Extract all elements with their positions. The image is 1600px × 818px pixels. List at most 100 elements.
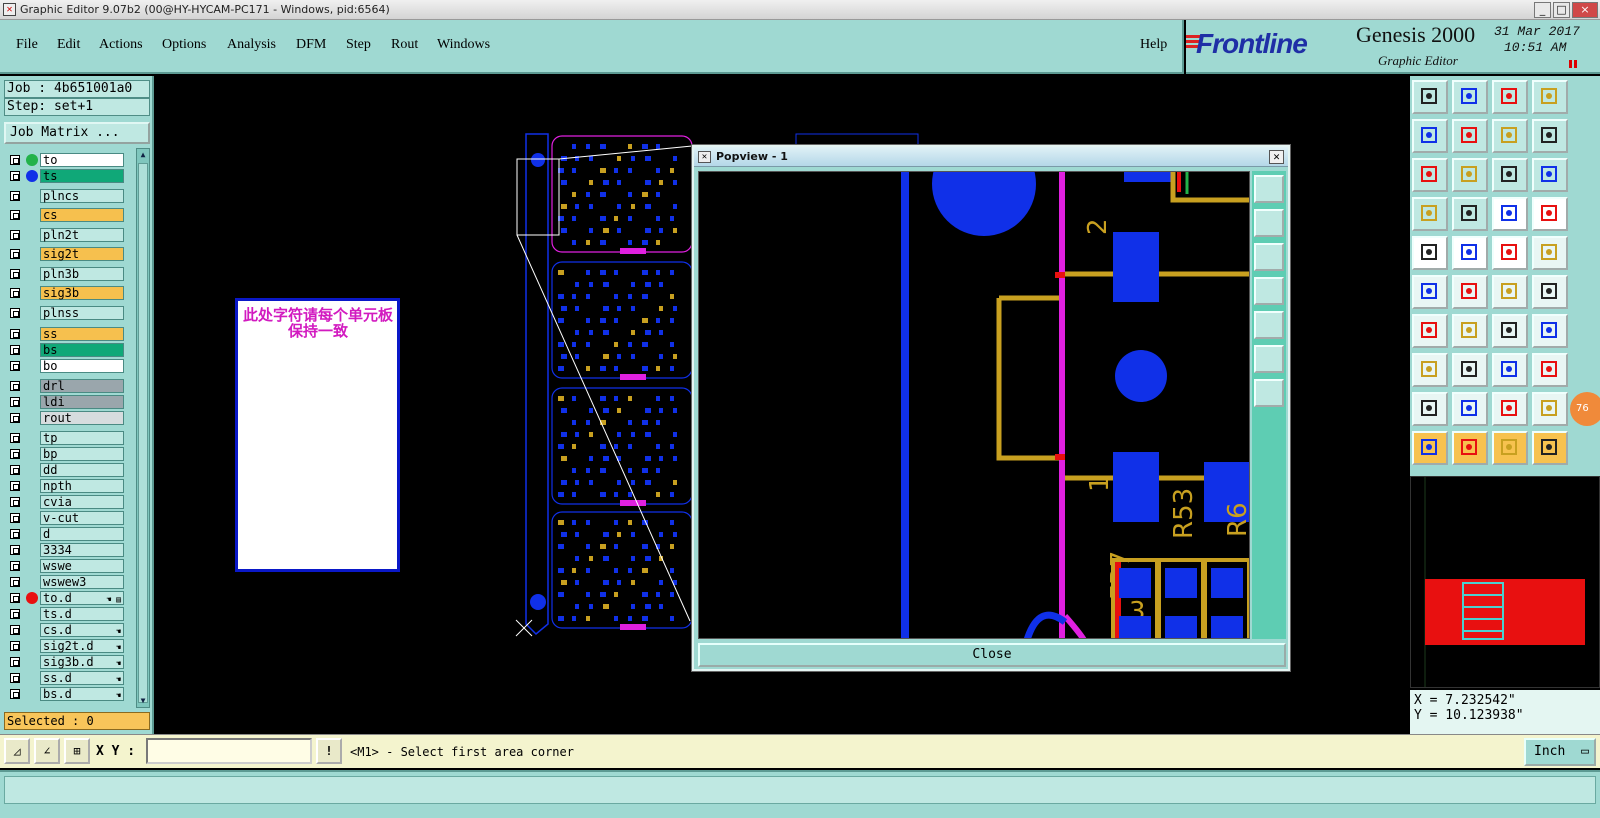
layer-checkbox[interactable] bbox=[10, 577, 20, 587]
layer-checkbox[interactable] bbox=[10, 433, 20, 443]
scale-1-2-icon[interactable] bbox=[1492, 158, 1528, 192]
menu-analysis[interactable]: Analysis bbox=[227, 37, 276, 53]
layer-checkbox[interactable] bbox=[10, 155, 20, 165]
layer-name[interactable]: d bbox=[40, 527, 124, 541]
layer-status-dot-icon[interactable] bbox=[26, 154, 38, 166]
feature-info-icon[interactable] bbox=[1412, 353, 1448, 387]
popview-close-button[interactable]: Close bbox=[698, 643, 1286, 667]
add-line-icon[interactable] bbox=[1452, 236, 1488, 270]
layer-checkbox[interactable] bbox=[10, 561, 20, 571]
pan-left-icon[interactable] bbox=[1412, 119, 1448, 153]
layer-row-v-cut[interactable]: v-cut bbox=[6, 511, 124, 525]
layer-status-dot-icon[interactable] bbox=[26, 170, 38, 182]
popview-close-icon[interactable]: ✕ bbox=[1269, 150, 1284, 164]
measure-icon[interactable] bbox=[1412, 197, 1448, 231]
layer-checkbox[interactable] bbox=[10, 413, 20, 423]
layer-list-scrollbar[interactable]: ▲ ▼ bbox=[136, 148, 150, 708]
connect-icon[interactable] bbox=[1412, 275, 1448, 309]
layer-row-ts.d[interactable]: ts.d bbox=[6, 607, 124, 621]
xy-input[interactable] bbox=[146, 738, 312, 764]
pv-pan-left-icon[interactable] bbox=[1254, 277, 1284, 305]
layer-row-sig3b.d[interactable]: sig3b.d ☚ bbox=[6, 655, 124, 669]
pan-down-icon[interactable] bbox=[1452, 80, 1488, 114]
units-selector[interactable]: Inch ▭ bbox=[1524, 738, 1596, 766]
layer-row-bo[interactable]: bo bbox=[6, 359, 124, 373]
layer-name[interactable]: dd bbox=[40, 463, 124, 477]
layer-row-3334[interactable]: 3334 bbox=[6, 543, 124, 557]
layer-checkbox[interactable] bbox=[10, 625, 20, 635]
layer-checkbox[interactable] bbox=[10, 609, 20, 619]
split-window-icon[interactable] bbox=[1532, 80, 1568, 114]
layer-name[interactable]: pln3b bbox=[40, 267, 124, 281]
layer-name[interactable]: wswew3 bbox=[40, 575, 124, 589]
popview-titlebar[interactable]: ✕ Popview - 1 ✕ bbox=[694, 147, 1288, 167]
layer-row-wswe[interactable]: wswe bbox=[6, 559, 124, 573]
layer-name[interactable]: plncs bbox=[40, 189, 124, 203]
select-polygon-icon[interactable] bbox=[1492, 431, 1528, 465]
menu-edit[interactable]: Edit bbox=[57, 37, 80, 53]
layer-name[interactable]: ss bbox=[40, 327, 124, 341]
layer-row-pln3b[interactable]: pln3b bbox=[6, 267, 124, 281]
layer-name[interactable]: ts bbox=[40, 169, 124, 183]
layer-row-plnss[interactable]: plnss bbox=[6, 306, 124, 320]
pv-zoom-in-icon[interactable] bbox=[1254, 175, 1284, 203]
mirror-icon[interactable] bbox=[1532, 314, 1568, 348]
snap-icon[interactable]: ◿ bbox=[4, 738, 30, 764]
help-icon[interactable] bbox=[1532, 158, 1568, 192]
home-icon[interactable] bbox=[1492, 80, 1528, 114]
measure-icon[interactable]: ∠ bbox=[34, 738, 60, 764]
layer-checkbox[interactable] bbox=[10, 593, 20, 603]
menu-step[interactable]: Step bbox=[346, 37, 371, 53]
layer-row-to.d[interactable]: to.d ☚ ▤ bbox=[6, 591, 124, 605]
layer-checkbox[interactable] bbox=[10, 657, 20, 667]
layer-checkbox[interactable] bbox=[10, 465, 20, 475]
layer-row-d[interactable]: d bbox=[6, 527, 124, 541]
layer-name[interactable]: drl bbox=[40, 379, 124, 393]
layer-row-drl[interactable]: drl bbox=[6, 379, 124, 393]
popview-canvas[interactable]: 2 1 R53 R6 FB7 3 bbox=[698, 171, 1250, 639]
layer-checkbox[interactable] bbox=[10, 288, 20, 298]
layer-name[interactable]: v-cut bbox=[40, 511, 124, 525]
text-a-up-icon[interactable] bbox=[1452, 392, 1488, 426]
separator-icon[interactable] bbox=[1452, 353, 1488, 387]
scroll-up-icon[interactable]: ▲ bbox=[138, 150, 148, 160]
draw-line-icon[interactable] bbox=[1412, 314, 1448, 348]
overview-map[interactable] bbox=[1410, 476, 1600, 688]
close-button[interactable]: × bbox=[1572, 2, 1598, 18]
layer-name[interactable]: sig2t bbox=[40, 247, 124, 261]
layer-row-cs[interactable]: cs bbox=[6, 208, 124, 222]
layer-name[interactable]: tp bbox=[40, 431, 124, 445]
warning-button[interactable]: ! bbox=[316, 738, 342, 764]
layer-checkbox[interactable] bbox=[10, 381, 20, 391]
menu-actions[interactable]: Actions bbox=[99, 37, 143, 53]
minimize-button[interactable]: _ bbox=[1534, 2, 1551, 18]
layer-name[interactable]: cs.d ☚ bbox=[40, 623, 124, 637]
layer-row-rout[interactable]: rout bbox=[6, 411, 124, 425]
rotate-icon[interactable] bbox=[1492, 314, 1528, 348]
pan-right-icon[interactable] bbox=[1452, 119, 1488, 153]
menu-dfm[interactable]: DFM bbox=[296, 37, 326, 53]
layer-name[interactable]: bs bbox=[40, 343, 124, 357]
menu-help[interactable]: Help bbox=[1140, 37, 1167, 53]
layer-name[interactable]: rout bbox=[40, 411, 124, 425]
layer-name[interactable]: sig3b.d ☚ bbox=[40, 655, 124, 669]
text-a-red-icon[interactable] bbox=[1532, 392, 1568, 426]
pv-pan-right-icon[interactable] bbox=[1254, 311, 1284, 339]
menu-rout[interactable]: Rout bbox=[391, 37, 418, 53]
layer-checkbox[interactable] bbox=[10, 513, 20, 523]
grid-icon[interactable] bbox=[1452, 197, 1488, 231]
layer-name[interactable]: to.d ☚ ▤ bbox=[40, 591, 124, 605]
layer-checkbox[interactable] bbox=[10, 171, 20, 181]
layer-checkbox[interactable] bbox=[10, 361, 20, 371]
maximize-button[interactable]: □ bbox=[1553, 2, 1570, 18]
layer-checkbox[interactable] bbox=[10, 329, 20, 339]
layer-name[interactable]: npth bbox=[40, 479, 124, 493]
layer-checkbox[interactable] bbox=[10, 308, 20, 318]
layer-name[interactable]: ldi bbox=[40, 395, 124, 409]
move-point-icon[interactable] bbox=[1492, 275, 1528, 309]
layer-row-sig2t.d[interactable]: sig2t.d ☚ bbox=[6, 639, 124, 653]
layer-row-dd[interactable]: dd bbox=[6, 463, 124, 477]
layer-row-wswew3[interactable]: wswew3 bbox=[6, 575, 124, 589]
menu-options[interactable]: Options bbox=[162, 37, 206, 53]
pattern-icon[interactable] bbox=[1532, 353, 1568, 387]
